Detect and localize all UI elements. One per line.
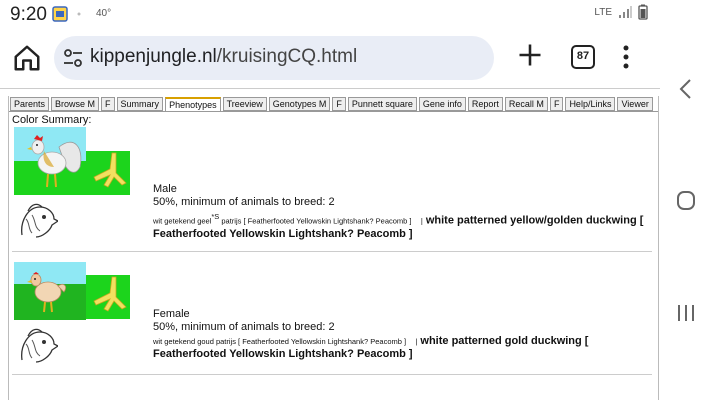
percent-label: 50%, minimum of animals to breed: 2 (153, 321, 335, 333)
new-tab-icon[interactable] (516, 41, 544, 69)
phenotypes-panel: Color Summary: Male 50%, minimum of anim… (9, 111, 658, 400)
recents-icon[interactable] (674, 302, 698, 324)
tab-browse-f[interactable]: F (101, 97, 115, 111)
tab-recall-f[interactable]: F (549, 97, 564, 111)
tab-genotypes-m[interactable]: Genotypes M (268, 97, 331, 111)
separator: | (409, 337, 418, 346)
page-tabs: Parents Browse M F Summary Phenotypes Tr… (9, 97, 653, 112)
hen-image (14, 262, 86, 320)
tab-parents[interactable]: Parents (10, 97, 50, 111)
url-bar[interactable]: kippenjungle.nl/kruisingCQ.html (54, 36, 494, 80)
system-navigation (660, 0, 712, 400)
peacomb-image (14, 322, 58, 366)
tab-summary[interactable]: Summary (116, 97, 164, 111)
dot-icon (77, 12, 81, 16)
browser-toolbar: kippenjungle.nl/kruisingCQ.html 87 (0, 28, 660, 88)
tab-help-links[interactable]: Help/Links (565, 97, 616, 111)
battery-icon (638, 4, 648, 20)
entry-divider (12, 374, 652, 375)
more-menu-icon[interactable] (622, 45, 630, 69)
back-icon[interactable] (674, 78, 698, 100)
url-host: kippenjungle.nl (90, 46, 217, 67)
status-time: 9:20 (10, 4, 47, 25)
feathered-feet-image (86, 275, 130, 319)
feathered-feet-image (86, 151, 130, 195)
home-circle-icon[interactable] (674, 190, 698, 212)
dutch-description: wit getekend goud patrijs [ Featherfoote… (153, 337, 407, 346)
tab-viewer[interactable]: Viewer (617, 97, 653, 111)
url-path: /kruisingCQ.html (216, 46, 358, 67)
tab-browse-m[interactable]: Browse M (51, 97, 100, 111)
dutch-description: wit getekend geel (153, 216, 212, 226)
phenotype-text-female: Female 50%, minimum of animals to breed:… (153, 308, 653, 361)
phenotype-entry-female: Female 50%, minimum of animals to breed:… (12, 252, 652, 377)
tab-report[interactable]: Report (467, 97, 503, 111)
tab-recall-m[interactable]: Recall M (504, 97, 548, 111)
phone-screen: 9:20 40° LTE kippenjungle.nl/kruisingCQ.… (0, 0, 712, 400)
app-notification-icon (52, 6, 68, 22)
tab-treeview[interactable]: Treeview (222, 97, 267, 111)
rooster-image (14, 127, 86, 195)
color-summary-title: Color Summary: (12, 114, 92, 126)
status-right: LTE (594, 4, 648, 20)
phenotype-text-male: Male 50%, minimum of animals to breed: 2… (153, 183, 653, 241)
sex-label: Male (153, 183, 177, 195)
page-frame: Parents Browse M F Summary Phenotypes Tr… (8, 96, 659, 400)
peacomb-image (14, 197, 58, 241)
tab-phenotypes[interactable]: Phenotypes (165, 97, 221, 112)
site-settings-icon[interactable] (62, 47, 84, 69)
url-text: kippenjungle.nl/kruisingCQ.html (90, 46, 357, 68)
separator: | (414, 216, 423, 226)
status-bar: 9:20 40° LTE (0, 0, 660, 28)
phenotype-entry-male: Male 50%, minimum of animals to breed: 2… (12, 127, 652, 252)
tab-genotypes-f[interactable]: F (332, 97, 346, 111)
tab-punnett-square[interactable]: Punnett square (347, 97, 417, 111)
home-icon[interactable] (12, 43, 42, 73)
tab-switcher-button[interactable]: 87 (571, 45, 595, 69)
status-temperature: 40° (96, 8, 112, 19)
web-content: Parents Browse M F Summary Phenotypes Tr… (0, 88, 660, 400)
tab-gene-info[interactable]: Gene info (418, 97, 466, 111)
signal-icon (619, 6, 632, 18)
sex-label: Female (153, 308, 190, 320)
dutch-description-rest: patrijs [ Featherfooted Yellowskin Light… (219, 216, 412, 226)
network-label: LTE (594, 6, 612, 18)
percent-label: 50%, minimum of animals to breed: 2 (153, 196, 335, 208)
